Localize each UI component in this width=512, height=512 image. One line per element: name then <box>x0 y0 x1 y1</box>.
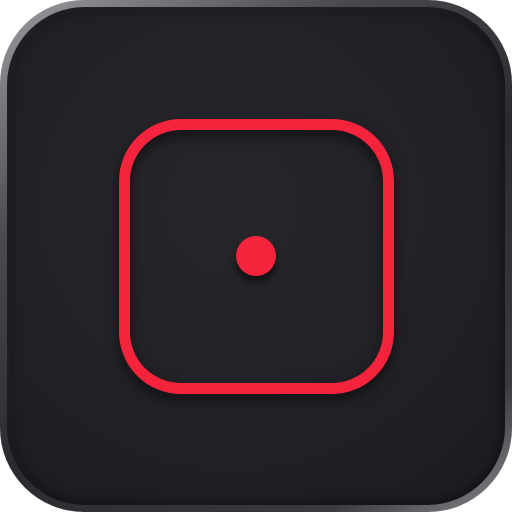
die-pip <box>236 236 276 276</box>
app-icon[interactable] <box>0 0 512 512</box>
